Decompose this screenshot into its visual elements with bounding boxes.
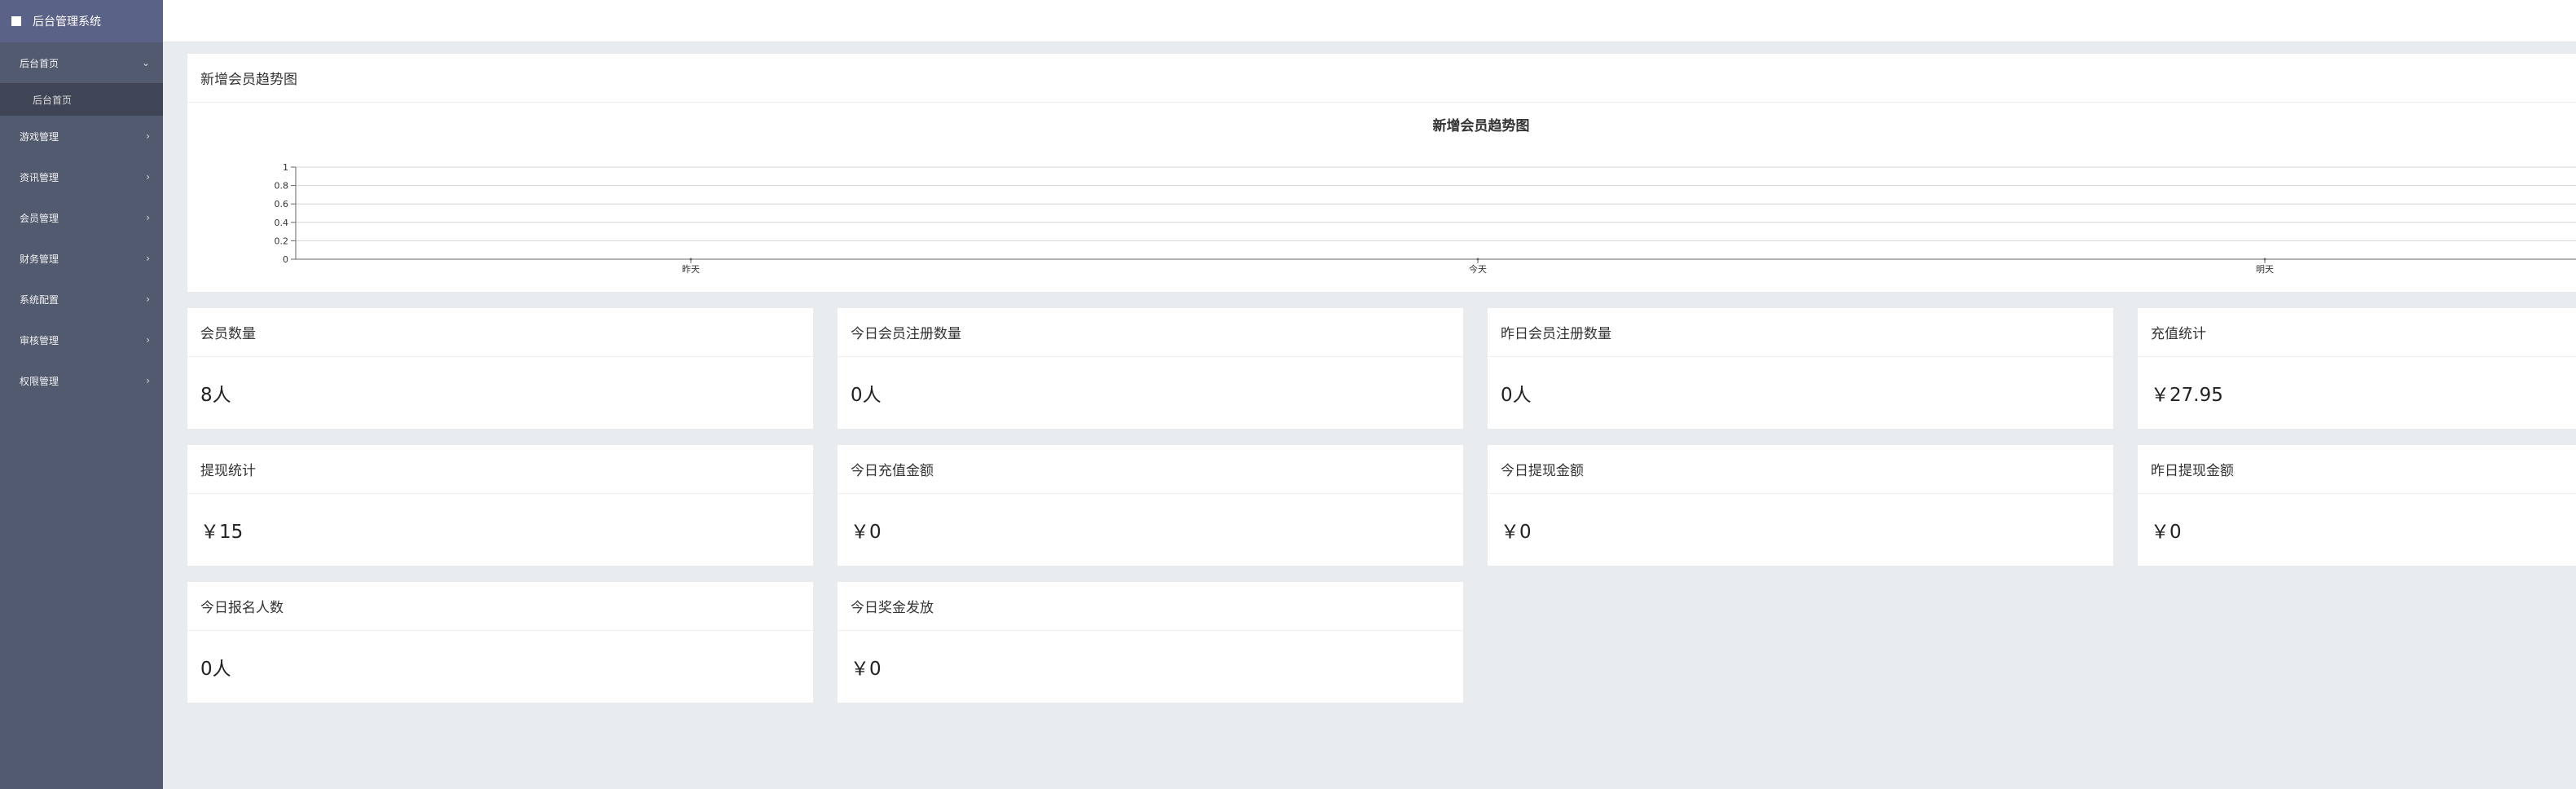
sidebar-item-label: 后台首页 bbox=[20, 57, 59, 69]
sidebar-item-label: 系统配置 bbox=[20, 293, 59, 306]
card-title: 会员数量 bbox=[187, 308, 813, 357]
sidebar-item-label: 游戏管理 bbox=[20, 130, 59, 143]
sidebar-item-news[interactable]: 资讯管理 › bbox=[0, 156, 163, 197]
card-title: 昨日提现金额 bbox=[2138, 445, 2576, 494]
card-value: ￥0 bbox=[2151, 522, 2182, 543]
chevron-right-icon: › bbox=[146, 293, 150, 305]
sidebar-item-permissions[interactable]: 权限管理 › bbox=[0, 360, 163, 401]
card-value: 0人 bbox=[200, 659, 231, 680]
data-point bbox=[2263, 258, 2266, 261]
card-title: 今日报名人数 bbox=[187, 582, 813, 631]
card-value: ￥0 bbox=[851, 659, 881, 680]
brand-title: 后台管理系统 bbox=[33, 15, 101, 29]
y-tick-label: 1 bbox=[283, 162, 288, 173]
card-yesterday-register: 昨日会员注册数量 0人 bbox=[1488, 308, 2113, 429]
chevron-right-icon: › bbox=[146, 253, 150, 264]
top-bar bbox=[163, 0, 2576, 42]
card-title: 充值统计 bbox=[2138, 308, 2576, 357]
card-value: 0人 bbox=[851, 385, 881, 406]
data-point bbox=[689, 258, 692, 261]
card-title: 今日提现金额 bbox=[1488, 445, 2113, 494]
sidebar-item-label: 财务管理 bbox=[20, 253, 59, 265]
chart-grid bbox=[295, 166, 2576, 260]
card-today-register: 今日会员注册数量 0人 bbox=[837, 308, 1463, 429]
x-axis-ticks: 昨天 今天 明天 bbox=[682, 259, 2274, 275]
card-withdraw-total: 提现统计 ￥15 bbox=[187, 445, 813, 566]
chart-title: 新增会员趋势图 bbox=[1433, 117, 1530, 134]
card-title: 今日充值金额 bbox=[837, 445, 1463, 494]
card-value: ￥27.95 bbox=[2151, 385, 2223, 406]
sidebar-subitem-label: 后台首页 bbox=[33, 94, 73, 106]
brand-logo-icon bbox=[11, 16, 21, 26]
sidebar-item-members[interactable]: 会员管理 › bbox=[0, 197, 163, 238]
sidebar-item-label: 审核管理 bbox=[20, 334, 59, 346]
card-title: 提现统计 bbox=[187, 445, 813, 494]
sidebar-item-review[interactable]: 审核管理 › bbox=[0, 320, 163, 360]
card-value: 8人 bbox=[200, 385, 231, 406]
card-today-bonus: 今日奖金发放 ￥0 bbox=[837, 582, 1463, 703]
chevron-right-icon: › bbox=[146, 130, 150, 142]
x-tick-label: 今天 bbox=[1469, 263, 1487, 275]
y-tick-label: 0 bbox=[283, 254, 288, 265]
member-trend-panel: 新增会员趋势图 新增会员趋势图 0 0.2 0.4 0.6 0.8 1 昨天 今天 明天 bbox=[187, 54, 2576, 292]
card-value: ￥0 bbox=[1501, 522, 1532, 543]
sidebar-item-label: 资讯管理 bbox=[20, 171, 59, 183]
x-tick-label: 明天 bbox=[2256, 264, 2274, 275]
card-yesterday-withdraw: 昨日提现金额 ￥0 bbox=[2138, 445, 2576, 566]
y-axis-ticks: 0 0.2 0.4 0.6 0.8 1 bbox=[275, 162, 296, 265]
sidebar-item-settings[interactable]: 系统配置 › bbox=[0, 279, 163, 320]
card-value: ￥0 bbox=[851, 522, 881, 543]
chevron-right-icon: › bbox=[146, 375, 150, 386]
card-today-recharge: 今日充值金额 ￥0 bbox=[837, 445, 1463, 566]
card-title: 今日会员注册数量 bbox=[837, 308, 1463, 357]
card-today-signups: 今日报名人数 0人 bbox=[187, 582, 813, 703]
x-tick-label: 昨天 bbox=[682, 264, 700, 275]
chevron-right-icon: › bbox=[146, 171, 150, 183]
y-tick-label: 0.2 bbox=[275, 236, 289, 246]
y-tick-label: 0.8 bbox=[275, 181, 289, 192]
sidebar-subitem-home[interactable]: 后台首页 bbox=[0, 83, 163, 116]
card-title: 今日奖金发放 bbox=[837, 582, 1463, 631]
sidebar-item-games[interactable]: 游戏管理 › bbox=[0, 116, 163, 156]
brand[interactable]: 后台管理系统 bbox=[0, 0, 163, 42]
sidebar-item-home[interactable]: 后台首页 ⌄ bbox=[0, 42, 163, 83]
chevron-right-icon: › bbox=[146, 212, 150, 223]
card-recharge-total: 充值统计 ￥27.95 bbox=[2138, 308, 2576, 429]
card-value: 0人 bbox=[1501, 385, 1532, 406]
sidebar-item-label: 会员管理 bbox=[20, 212, 59, 224]
data-point bbox=[1476, 258, 1479, 261]
card-member-count: 会员数量 8人 bbox=[187, 308, 813, 429]
chevron-right-icon: › bbox=[146, 334, 150, 346]
sidebar-item-finance[interactable]: 财务管理 › bbox=[0, 238, 163, 279]
sidebar-item-label: 权限管理 bbox=[20, 375, 59, 387]
sidebar: 后台管理系统 后台首页 ⌄ 后台首页 游戏管理 › 资讯管理 › 会员管理 › … bbox=[0, 0, 163, 789]
card-value: ￥15 bbox=[200, 522, 244, 543]
card-title: 昨日会员注册数量 bbox=[1488, 308, 2113, 357]
y-tick-label: 0.6 bbox=[275, 199, 289, 209]
chart-series bbox=[689, 258, 2266, 261]
y-tick-label: 0.4 bbox=[275, 218, 289, 228]
chevron-down-icon: ⌄ bbox=[141, 57, 150, 68]
member-trend-chart: 新增会员趋势图 0 0.2 0.4 0.6 0.8 1 昨天 今天 明天 bbox=[275, 117, 2576, 275]
card-today-withdraw: 今日提现金额 ￥0 bbox=[1488, 445, 2113, 566]
panel-title: 新增会员趋势图 bbox=[187, 54, 2576, 103]
